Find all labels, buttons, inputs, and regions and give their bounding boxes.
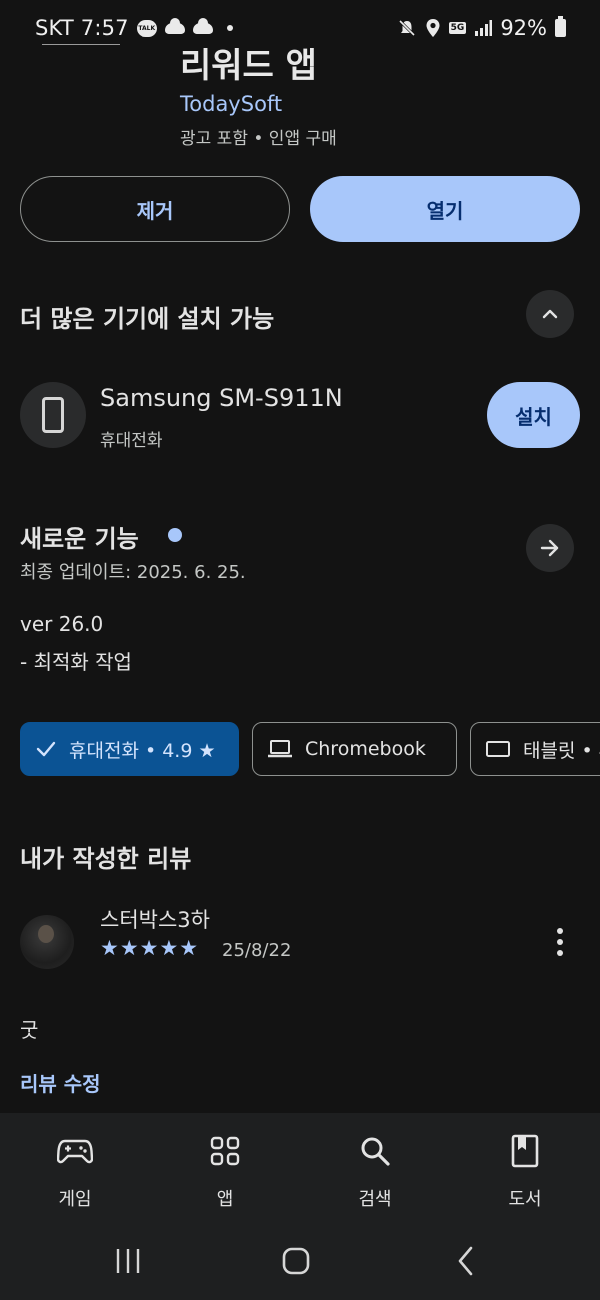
- system-nav-bar: [0, 1223, 600, 1300]
- nav-label: 도서: [508, 1189, 542, 1210]
- arrow-right-icon: [540, 539, 559, 557]
- review-date: 25/8/22: [222, 940, 292, 961]
- app-title: 리워드 앱: [180, 46, 317, 86]
- gamepad-icon: [55, 1131, 95, 1171]
- reviewer-name: 스터박스3하: [100, 908, 210, 932]
- device-type: 휴대전화: [100, 431, 163, 451]
- home-button[interactable]: [276, 1245, 316, 1277]
- home-icon: [282, 1247, 310, 1275]
- more-options-icon[interactable]: [548, 926, 572, 958]
- kakaotalk-icon: TALK: [136, 19, 157, 37]
- nav-label: 게임: [58, 1189, 92, 1210]
- device-avatar: [20, 382, 86, 448]
- collapse-button[interactable]: [526, 290, 574, 338]
- chip-chromebook[interactable]: Chromebook: [252, 722, 457, 776]
- nav-item-books[interactable]: 도서: [475, 1131, 575, 1211]
- more-devices-title: 더 많은 기기에 설치 가능: [20, 305, 275, 333]
- version-text: ver 26.0: [20, 612, 104, 636]
- nav-label: 앱: [216, 1189, 234, 1210]
- last-updated: 최종 업데이트: 2025. 6. 25.: [20, 562, 246, 583]
- laptop-icon: [267, 739, 293, 759]
- device-name: Samsung SM-S911N: [100, 384, 343, 412]
- chip-phone[interactable]: 휴대전화 • 4.9 ★: [20, 722, 239, 776]
- recent-apps-button[interactable]: [108, 1245, 148, 1277]
- whats-new-title: 새로운 기능: [20, 525, 139, 553]
- check-icon: [35, 738, 57, 760]
- chip-tablet[interactable]: 태블릿 • 4: [470, 722, 600, 776]
- edit-review-link[interactable]: 리뷰 수정: [20, 1068, 101, 1097]
- app-meta: 광고 포함 • 인앱 구매: [180, 129, 337, 149]
- avatar: [20, 915, 74, 969]
- location-icon: [426, 19, 440, 37]
- back-button[interactable]: [446, 1245, 486, 1277]
- carrier-time: SKT 7:57: [35, 16, 129, 40]
- chip-label: Chromebook: [305, 738, 426, 760]
- recent-apps-icon: [116, 1249, 140, 1273]
- smartphone-icon: [42, 397, 64, 433]
- install-button[interactable]: 설치: [487, 382, 580, 448]
- mute-icon: [398, 19, 415, 37]
- developer-link[interactable]: TodaySoft: [180, 92, 282, 116]
- book-icon: [505, 1131, 545, 1171]
- cloud-icon: [164, 17, 185, 34]
- new-indicator-dot: [168, 528, 182, 542]
- uninstall-button[interactable]: 제거: [20, 176, 290, 242]
- status-underline: [42, 44, 120, 45]
- bottom-nav: 게임 앱 검색 도서: [0, 1113, 600, 1223]
- nav-label: 검색: [358, 1189, 392, 1210]
- network-type-icon: 5G: [448, 22, 467, 34]
- open-button[interactable]: 열기: [310, 176, 580, 242]
- battery-percent: 92%: [500, 16, 547, 40]
- cloud-icon: [192, 17, 213, 34]
- chip-label: 태블릿 • 4: [523, 739, 600, 762]
- nav-item-games[interactable]: 게임: [25, 1131, 125, 1211]
- review-text: 굿: [20, 1018, 39, 1042]
- search-icon: [355, 1131, 395, 1171]
- chevron-up-icon: [542, 309, 558, 319]
- signal-icon: [475, 20, 493, 36]
- star-rating: ★★★★★: [100, 936, 200, 960]
- nav-item-search[interactable]: 검색: [325, 1131, 425, 1211]
- apps-grid-icon: [205, 1131, 245, 1171]
- my-review-title: 내가 작성한 리뷰: [20, 845, 192, 873]
- tablet-icon: [485, 739, 511, 759]
- chip-label: 휴대전화 • 4.9 ★: [69, 739, 216, 762]
- nav-item-apps[interactable]: 앱: [175, 1131, 275, 1211]
- back-icon: [458, 1246, 473, 1276]
- more-notifications-icon: [226, 25, 233, 31]
- whats-new-arrow-button[interactable]: [526, 524, 574, 572]
- battery-icon: [555, 16, 566, 37]
- release-notes: - 최적화 작업: [20, 650, 132, 674]
